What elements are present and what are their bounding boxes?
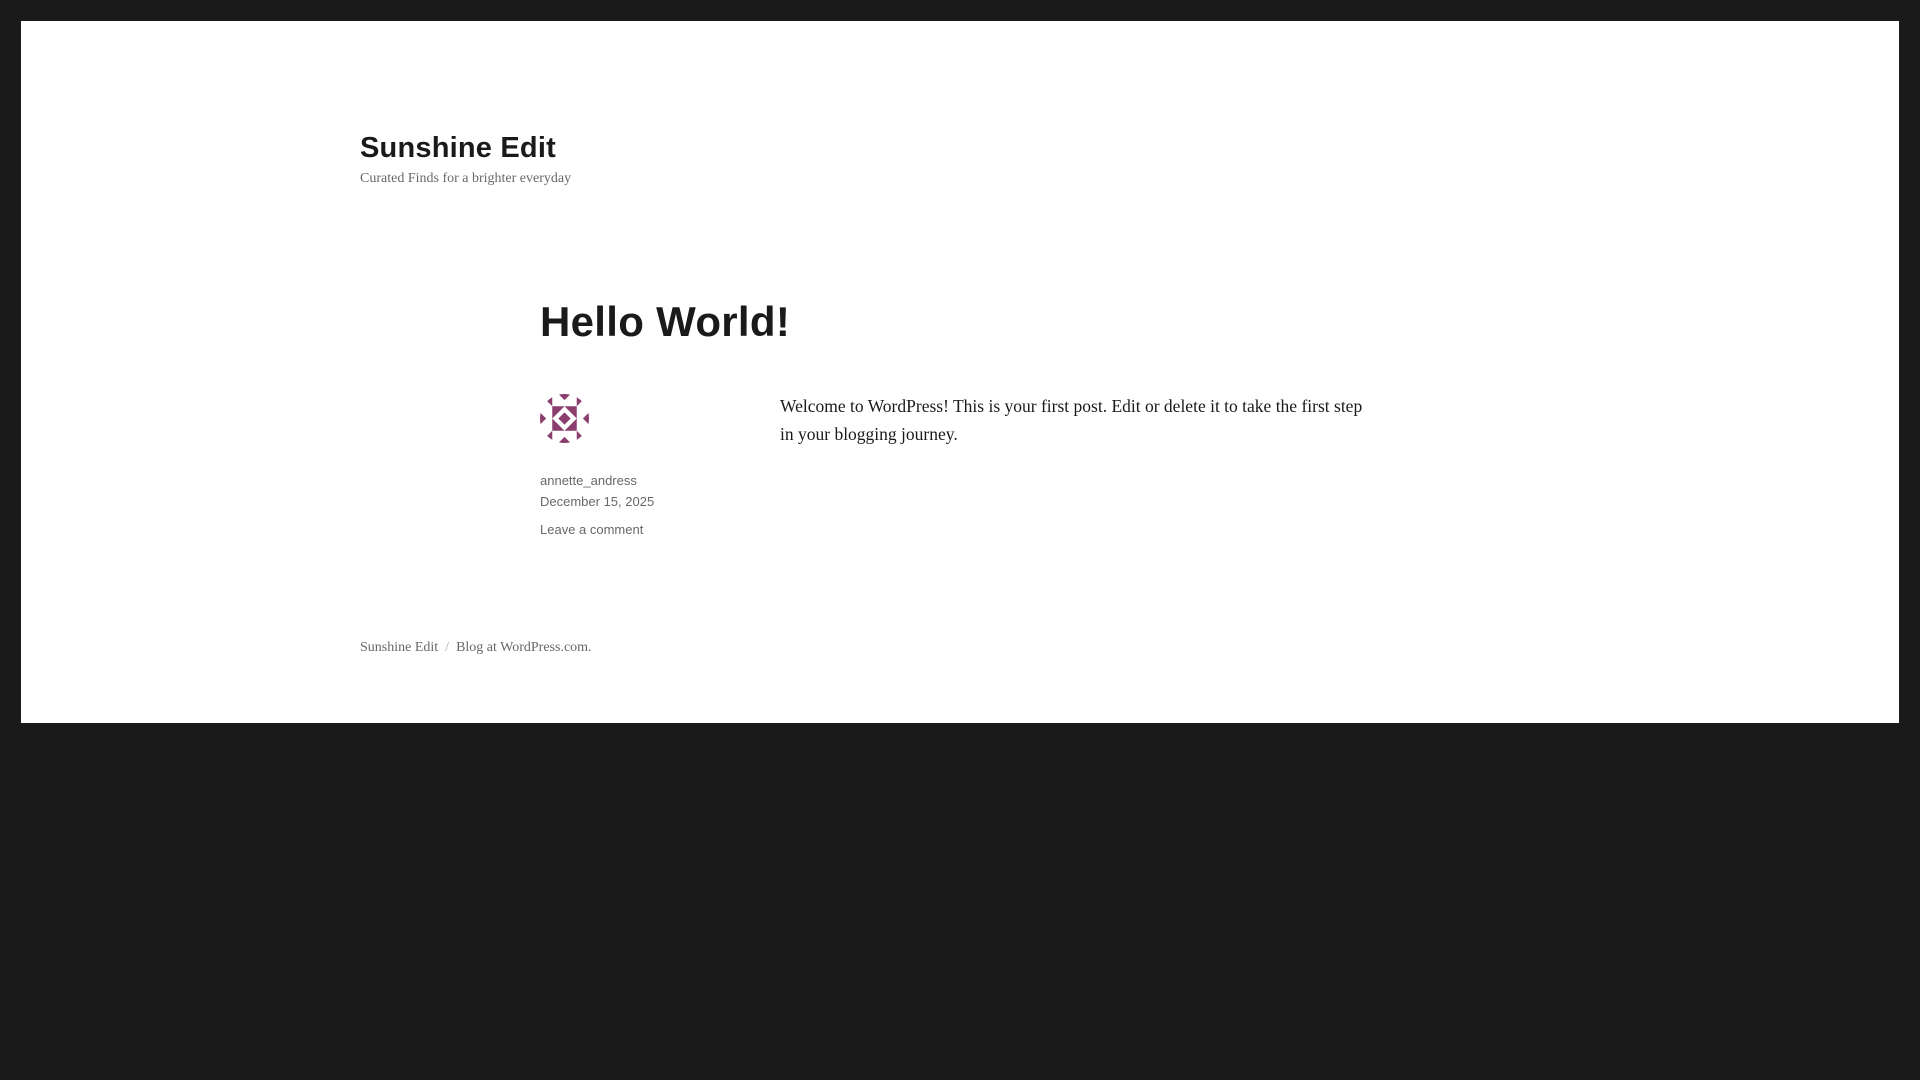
page-container: Sunshine Edit Curated Finds for a bright… (21, 21, 1899, 723)
site-title-link[interactable]: Sunshine Edit (360, 132, 556, 165)
post-date-link[interactable]: December 15, 2025 (540, 494, 654, 509)
post-title[interactable]: Hello World! (540, 298, 790, 346)
author-link[interactable]: annette_andress (540, 473, 637, 488)
wordpress-credit-link[interactable]: Blog at WordPress.com. (456, 640, 592, 655)
author-avatar[interactable] (540, 394, 589, 443)
leave-comment-link[interactable]: Leave a comment (540, 522, 643, 537)
post-content: Welcome to WordPress! This is your first… (780, 396, 1363, 444)
site-footer: Sunshine Edit / Blog at WordPress.com. (360, 640, 592, 656)
site-tagline: Curated Finds for a brighter everyday (360, 171, 572, 186)
footer-separator: / (445, 640, 450, 655)
footer-site-link[interactable]: Sunshine Edit (360, 640, 438, 655)
avatar-identicon-icon (540, 394, 589, 443)
